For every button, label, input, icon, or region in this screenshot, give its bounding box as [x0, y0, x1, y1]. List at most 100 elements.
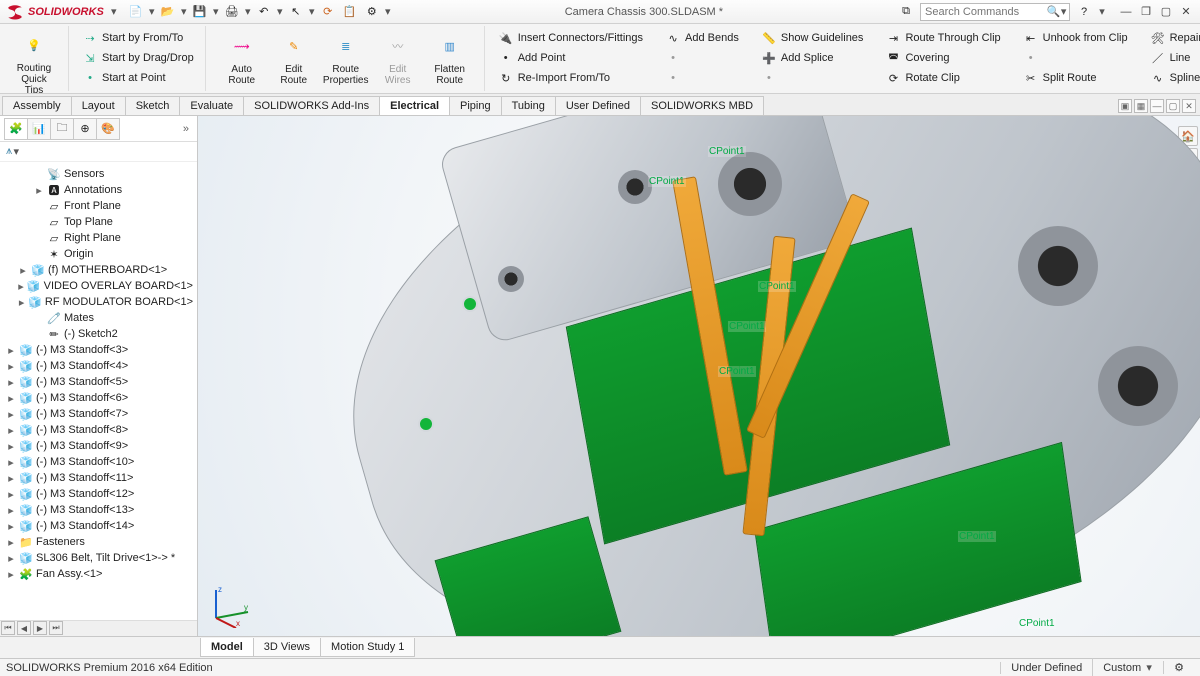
expand-icon[interactable]: ▸ [6, 440, 16, 453]
display-manager-tab[interactable]: 🎨 [96, 118, 120, 140]
viewport-tile-icon[interactable]: ▣ [1118, 99, 1132, 113]
tab-solidworks-add-ins[interactable]: SOLIDWORKS Add-Ins [243, 96, 380, 115]
dimxpert-tab[interactable]: ⊕ [73, 118, 97, 140]
tree-prev-icon[interactable]: ◀ [17, 621, 31, 635]
auto-route-button[interactable]: ⟿Auto Route [216, 29, 268, 88]
open-dropdown[interactable]: ▾ [180, 2, 188, 22]
tree-first-icon[interactable]: ⏮ [1, 621, 15, 635]
select-dropdown[interactable]: ▾ [308, 2, 316, 22]
expand-icon[interactable]: ▸ [6, 392, 16, 405]
tree-last-icon[interactable]: ⏭ [49, 621, 63, 635]
tree-node[interactable]: ▸🧊(-) M3 Standoff<13> [2, 502, 195, 518]
tree-node[interactable]: ▱Right Plane [2, 230, 195, 246]
edit-route-button[interactable]: ✎Edit Route [268, 29, 320, 88]
ribbon-cmd-re-import-from-to[interactable]: ↻Re-Import From/To [495, 68, 613, 88]
bottom-tab-model[interactable]: Model [200, 638, 254, 657]
expand-icon[interactable]: ▸ [34, 184, 44, 197]
tree-node[interactable]: 🧷Mates [2, 310, 195, 326]
undo-dropdown[interactable]: ▾ [276, 2, 284, 22]
save-button[interactable]: 💾 [190, 2, 210, 22]
ribbon-cmd-route-through-clip[interactable]: ⇥Route Through Clip [882, 28, 1003, 48]
configuration-manager-tab[interactable]: 🗀 [50, 118, 74, 140]
tree-node[interactable]: ▸🧊(-) M3 Standoff<10> [2, 454, 195, 470]
ribbon-cmd-add-point[interactable]: •Add Point [495, 48, 569, 68]
print-button[interactable]: 🖨 [222, 2, 242, 22]
start-at-point-button[interactable]: •Start at Point [79, 68, 169, 88]
tree-node[interactable]: ▸🧊SL306 Belt, Tilt Drive<1>-> * [2, 550, 195, 566]
undo-button[interactable]: ↶ [254, 2, 274, 22]
routing-quick-tips-button[interactable]: 💡 Routing Quick Tips [8, 28, 60, 94]
new-file-button[interactable]: 📄 [126, 2, 146, 22]
tree-node[interactable]: ▸🧊RF MODULATOR BOARD<1> [2, 294, 195, 310]
property-manager-tab[interactable]: 📊 [27, 118, 51, 140]
ribbon-cmd-spline[interactable]: ∿Spline [1147, 68, 1200, 88]
tree-next-icon[interactable]: ▶ [33, 621, 47, 635]
tree-node[interactable]: ▸🧊(-) M3 Standoff<11> [2, 470, 195, 486]
feature-tree[interactable]: 📡Sensors▸🅰Annotations▱Front Plane▱Top Pl… [0, 162, 197, 620]
expand-icon[interactable]: ▸ [18, 280, 24, 293]
ribbon-cmd-unhook-from-clip[interactable]: ⇤Unhook from Clip [1020, 28, 1131, 48]
maximize-button[interactable]: ▢ [1156, 3, 1176, 21]
minimize-button[interactable]: — [1116, 3, 1136, 21]
options-button[interactable]: 📋 [340, 2, 360, 22]
tree-node[interactable]: ▸🧊(-) M3 Standoff<3> [2, 342, 195, 358]
expand-icon[interactable]: ▸ [6, 552, 16, 565]
tree-node[interactable]: ✶Origin [2, 246, 195, 262]
expand-icon[interactable]: ▸ [6, 488, 16, 501]
expand-icon[interactable]: ▸ [6, 456, 16, 469]
ribbon-cmd-split-route[interactable]: ✂Split Route [1020, 68, 1100, 88]
expand-icon[interactable]: ▸ [6, 408, 16, 421]
tree-node[interactable]: ▱Top Plane [2, 214, 195, 230]
settings-dropdown[interactable]: ▾ [384, 2, 392, 22]
expand-icon[interactable]: ▸ [6, 504, 16, 517]
new-dropdown[interactable]: ▾ [148, 2, 156, 22]
flatten-route-button[interactable]: ▥Flatten Route [424, 29, 476, 88]
help-button[interactable]: ? [1074, 2, 1094, 22]
bottom-tab-motion-study-1[interactable]: Motion Study 1 [320, 638, 415, 657]
search-dropdown[interactable]: ▾ [1060, 2, 1067, 22]
expand-icon[interactable]: ▸ [18, 296, 25, 309]
tree-node[interactable]: ▸🧊(-) M3 Standoff<9> [2, 438, 195, 454]
tree-node[interactable]: ▸🧩Fan Assy.<1> [2, 566, 195, 582]
filter-dropdown[interactable]: ▾ [12, 142, 20, 162]
ribbon-cmd-show-guidelines[interactable]: 📏Show Guidelines [758, 28, 867, 48]
viewport-close-icon[interactable]: ✕ [1182, 99, 1196, 113]
settings-button[interactable]: ⚙ [362, 2, 382, 22]
tree-node[interactable]: ✏(-) Sketch2 [2, 326, 195, 342]
viewport-min-icon[interactable]: — [1150, 99, 1164, 113]
tree-node[interactable]: ▸🧊(f) MOTHERBOARD<1> [2, 262, 195, 278]
bottom-tab-3d-views[interactable]: 3D Views [253, 638, 321, 657]
ribbon-cmd-insert-connectors-fittings[interactable]: 🔌Insert Connectors/Fittings [495, 28, 646, 48]
tree-node[interactable]: ▱Front Plane [2, 198, 195, 214]
tree-node[interactable]: 📡Sensors [2, 166, 195, 182]
expand-icon[interactable]: ▸ [18, 264, 28, 277]
expand-icon[interactable]: ▸ [6, 568, 16, 581]
ribbon-cmd-line[interactable]: ／Line [1147, 48, 1194, 68]
tab-evaluate[interactable]: Evaluate [179, 96, 244, 115]
tree-node[interactable]: ▸🧊VIDEO OVERLAY BOARD<1> [2, 278, 195, 294]
save-dropdown[interactable]: ▾ [212, 2, 220, 22]
tree-node[interactable]: ▸🧊(-) M3 Standoff<7> [2, 406, 195, 422]
search-launch-icon[interactable]: ⧉ [896, 2, 916, 22]
search-input[interactable] [923, 6, 1046, 18]
tree-node[interactable]: ▸🧊(-) M3 Standoff<8> [2, 422, 195, 438]
expand-icon[interactable]: ▸ [6, 344, 16, 357]
status-units[interactable]: Custom▾ [1092, 658, 1163, 676]
open-file-button[interactable]: 📂 [158, 2, 178, 22]
start-drag-drop-button[interactable]: ⇲Start by Drag/Drop [79, 48, 197, 68]
select-button[interactable]: ↖ [286, 2, 306, 22]
tab-piping[interactable]: Piping [449, 96, 502, 115]
tab-sketch[interactable]: Sketch [125, 96, 181, 115]
expand-icon[interactable]: ▸ [6, 376, 16, 389]
route-properties-button[interactable]: ≣Route Properties [320, 29, 372, 88]
rebuild-button[interactable]: ⟳ [318, 2, 338, 22]
ribbon-cmd-rotate-clip[interactable]: ⟳Rotate Clip [882, 68, 962, 88]
tab-assembly[interactable]: Assembly [2, 96, 72, 115]
tree-node[interactable]: ▸🧊(-) M3 Standoff<6> [2, 390, 195, 406]
tree-node[interactable]: ▸🧊(-) M3 Standoff<5> [2, 374, 195, 390]
tab-user-defined[interactable]: User Defined [555, 96, 641, 115]
restore-button[interactable]: ❐ [1136, 3, 1156, 21]
viewport-cascade-icon[interactable]: ▦ [1134, 99, 1148, 113]
expand-icon[interactable]: ▸ [6, 360, 16, 373]
tree-node[interactable]: ▸🧊(-) M3 Standoff<12> [2, 486, 195, 502]
